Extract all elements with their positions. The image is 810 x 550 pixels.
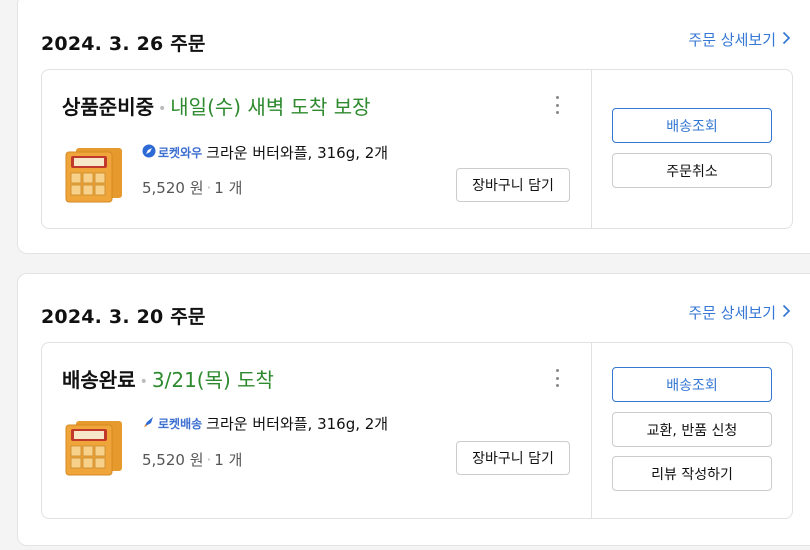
order-detail-label: 주문 상세보기 — [688, 304, 776, 322]
order-actions: 배송조회 주문취소 — [591, 70, 792, 228]
chevron-right-icon — [782, 304, 791, 322]
more-options-icon[interactable] — [554, 96, 560, 114]
status-label: 상품준비중 — [62, 95, 154, 119]
delivery-status: 배송완료 • 3/21(목) 도착 — [62, 364, 274, 393]
order-actions: 배송조회 교환, 반품 신청 리뷰 작성하기 — [591, 343, 792, 518]
separator-dot: • — [158, 100, 167, 117]
arrival-note: 3/21(목) 도착 — [151, 368, 274, 392]
product-quantity: 1 개 — [214, 179, 243, 197]
exchange-return-button[interactable]: 교환, 반품 신청 — [612, 412, 772, 447]
product-row: 로켓배송 크라운 버터와플, 316g, 2개 — [142, 413, 388, 434]
more-options-icon[interactable] — [554, 369, 560, 387]
order-detail-link[interactable]: 주문 상세보기 — [688, 29, 791, 50]
order-detail-link[interactable]: 주문 상세보기 — [688, 302, 791, 323]
product-name[interactable]: 크라운 버터와플, 316g, 2개 — [206, 413, 388, 434]
badge-label: 로켓와우 — [158, 146, 203, 160]
product-price: 5,520 원 — [142, 451, 204, 469]
track-delivery-button[interactable]: 배송조회 — [612, 108, 772, 143]
badge-label: 로켓배송 — [158, 417, 203, 431]
add-to-cart-button[interactable]: 장바구니 담기 — [456, 168, 570, 202]
order-date: 2024. 3. 26 주문 — [41, 33, 206, 55]
separator-dot: · — [206, 451, 212, 469]
order-item-box: 상품준비중 • 내일(수) 새벽 도착 보장 로켓와우 크라운 버터와플, 31… — [41, 69, 793, 229]
price-row: 5,520 원 · 1 개 — [142, 177, 242, 198]
product-quantity: 1 개 — [214, 451, 243, 469]
order-item-box: 배송완료 • 3/21(목) 도착 로켓배송 크라운 버터와플, 316g, 2… — [41, 342, 793, 519]
product-row: 로켓와우 크라운 버터와플, 316g, 2개 — [142, 142, 388, 163]
separator-dot: · — [206, 179, 212, 197]
order-card: 2024. 3. 26 주문 주문 상세보기 상품준비중 • 내일(수) 새벽 도착… — [17, 0, 810, 254]
delivery-status: 상품준비중 • 내일(수) 새벽 도착 보장 — [62, 91, 371, 120]
status-label: 배송완료 — [62, 368, 136, 392]
chevron-right-icon — [782, 31, 791, 49]
product-thumbnail[interactable] — [62, 413, 128, 479]
add-to-cart-button[interactable]: 장바구니 담기 — [456, 441, 570, 475]
product-thumbnail[interactable] — [62, 140, 128, 206]
write-review-button[interactable]: 리뷰 작성하기 — [612, 456, 772, 491]
rocket-icon — [142, 144, 156, 161]
track-delivery-button[interactable]: 배송조회 — [612, 367, 772, 402]
rocket-delivery-badge: 로켓배송 — [142, 415, 202, 432]
separator-dot: • — [139, 373, 148, 390]
order-detail-label: 주문 상세보기 — [688, 31, 776, 49]
rocket-wow-badge: 로켓와우 — [142, 144, 202, 161]
order-card: 2024. 3. 20 주문 주문 상세보기 배송완료•3/21(목) 도착 — [17, 273, 810, 546]
product-price: 5,520 원 — [142, 179, 204, 197]
price-row: 5,520 원 · 1 개 — [142, 449, 242, 470]
arrival-note: 내일(수) 새벽 도착 보장 — [170, 95, 371, 119]
order-date: 2024. 3. 20 주문 — [41, 306, 206, 328]
cancel-order-button[interactable]: 주문취소 — [612, 153, 772, 188]
product-name[interactable]: 크라운 버터와플, 316g, 2개 — [206, 142, 388, 163]
rocket-icon — [142, 415, 156, 432]
